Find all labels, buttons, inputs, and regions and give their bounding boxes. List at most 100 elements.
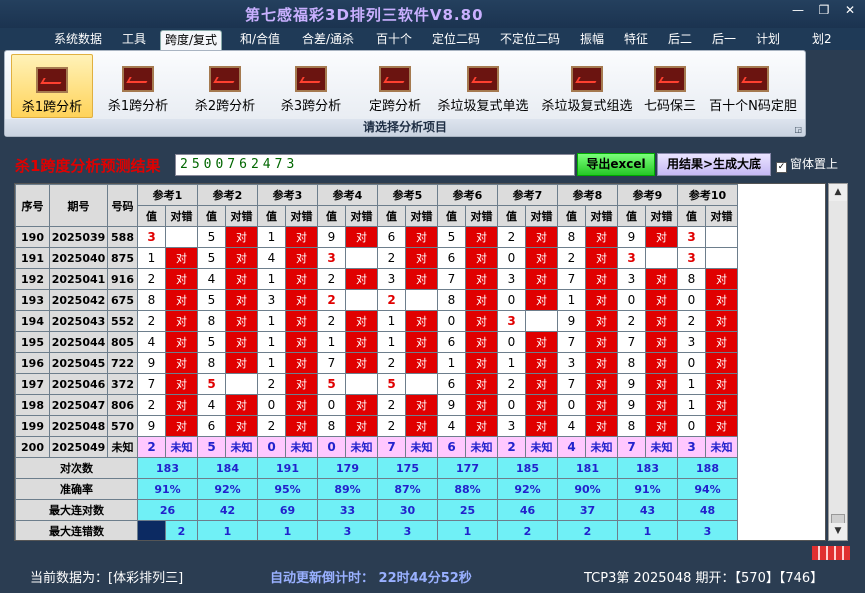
ribbon-button-5[interactable]: 杀垃圾复式单选 [431,54,535,118]
table-row[interactable]: 193 2025042 675 8 对 5 对 3 对 2 2 8 对 0 对 1 对 0 对 0 对 [15,289,738,311]
menu-item-13[interactable]: 划2 [808,30,836,50]
expand-icon[interactable]: ◲ [794,125,802,134]
ref-result-miss [165,226,198,248]
stats-value: 42 [197,499,258,521]
ref-result-miss [345,289,378,311]
generate-button[interactable]: 用结果>生成大底 [657,153,771,176]
ref-result-correct: 对 [585,352,618,374]
ref-result-correct: 对 [585,268,618,290]
table-row[interactable]: 197 2025046 372 7 对 5 2 对 5 5 6 对 2 对 7 对 9 对 1 对 [15,373,738,395]
ref-value: 9 [437,394,466,416]
menu-item-0[interactable]: 系统数据 [50,30,106,50]
ref-result-correct: 对 [405,247,438,269]
ref-value: 1 [257,226,286,248]
ribbon-button-4[interactable]: 定跨分析 [355,54,435,118]
menu-item-11[interactable]: 后一 [708,30,740,50]
minimize-icon[interactable]: — [787,3,809,17]
table-row[interactable]: 195 2025044 805 4 对 5 对 1 对 1 对 1 对 6 对 0 对 7 对 7 对 3 对 [15,331,738,353]
ribbon-button-0[interactable]: 杀1跨分析 [11,54,93,118]
ref-result-correct: 对 [585,394,618,416]
menu-item-1[interactable]: 工具 [118,30,150,50]
menu-item-2[interactable]: 跨度/复式 [160,30,223,50]
ref-value: 7 [437,268,466,290]
ref-result-correct: 对 [465,289,498,311]
scroll-down-icon[interactable]: ▼ [829,523,847,540]
status-draw: TCP3第 2025048 期开：【570】【746】 [584,571,824,586]
ontop-checkbox[interactable]: ✓ 窗体置上 [776,155,838,173]
resize-grip[interactable] [812,546,850,560]
ref-result-correct: 对 [165,352,198,374]
ref-result-correct: 对 [645,352,678,374]
stats-value: 185 [497,457,558,479]
ref-result-correct: 对 [705,373,738,395]
table-row[interactable]: 192 2025041 916 2 对 4 对 1 对 2 对 3 对 7 对 3 对 7 对 3 对 8 对 [15,268,738,290]
ref-value: 2 [137,268,166,290]
reference-header: 参考1 [137,184,198,206]
reference-header: 参考7 [497,184,558,206]
menu-item-6[interactable]: 定位二码 [428,30,484,50]
export-excel-button[interactable]: 导出excel [577,153,655,176]
ref-result-correct: 对 [285,226,318,248]
value-header: 值 [317,205,346,227]
table-row[interactable]: 190 2025039 588 3 5 对 1 对 9 对 6 对 5 对 2 对 8 对 9 对 3 [15,226,738,248]
ribbon-button-8[interactable]: 百十个N码定胆 [705,54,801,118]
stats-value: 90% [557,478,618,500]
stats-value: 1 [617,520,678,540]
result-header: 对错 [345,205,378,227]
result-input[interactable]: 2500762473 [175,154,575,176]
ref-value: 0 [677,289,706,311]
row-seq: 190 [15,226,50,248]
ref-value: 0 [497,394,526,416]
ref-result-correct: 对 [285,331,318,353]
chart-icon [654,66,686,92]
ribbon-button-1[interactable]: 杀1跨分析 [97,54,179,118]
ref-value: 3 [677,226,706,248]
table-row[interactable]: 196 2025045 722 9 对 8 对 1 对 7 对 2 对 1 对 1 对 3 对 8 对 0 对 [15,352,738,374]
result-header: 对错 [645,205,678,227]
menu-item-4[interactable]: 合差/通杀 [298,30,358,50]
scroll-up-icon[interactable]: ▲ [829,184,847,201]
ref-value: 8 [437,289,466,311]
ribbon-button-label: 杀1跨分析 [21,100,83,115]
ribbon-button-6[interactable]: 杀垃圾复式组选 [537,54,637,118]
menu-item-10[interactable]: 后二 [664,30,696,50]
close-icon[interactable]: ✕ [839,3,861,17]
ref-result-correct: 对 [585,373,618,395]
maximize-icon[interactable]: ❐ [813,3,835,17]
ref-value: 1 [377,310,406,332]
table-row[interactable]: 194 2025043 552 2 对 8 对 1 对 2 对 1 对 0 对 3 9 对 2 对 2 对 [15,310,738,332]
chart-icon [379,66,411,92]
ref-result-correct: 对 [405,268,438,290]
chart-icon [571,66,603,92]
table-row[interactable]: 200 2025049 未知 2 未知 5 未知 0 未知 0 未知 7 未知 6 未知 2 未知 4 未知 7 未知 3… [15,436,738,458]
row-number: 588 [107,226,138,248]
menu-item-5[interactable]: 百十个 [372,30,416,50]
ref-value: 3 [137,226,166,248]
table-row[interactable]: 198 2025047 806 2 对 4 对 0 对 0 对 2 对 9 对 0 对 0 对 9 对 1 对 [15,394,738,416]
ribbon-button-2[interactable]: 杀2跨分析 [183,54,267,118]
ref-value: 1 [677,373,706,395]
stats-value: 30 [377,499,438,521]
ref-result-correct: 对 [525,247,558,269]
ref-value: 8 [617,415,646,437]
vertical-scrollbar[interactable]: ▲ ▼ [828,183,848,541]
menu-item-9[interactable]: 特征 [620,30,652,50]
menu-item-3[interactable]: 和/合值 [236,30,284,50]
reference-header: 参考8 [557,184,618,206]
result-bar: 杀1跨度分析预测结果 2500762473 导出excel 用结果>生成大底 ✓… [0,150,865,180]
checkbox-icon[interactable]: ✓ [776,162,787,173]
menu-item-12[interactable]: 计划 [752,30,784,50]
ref-result-correct: 对 [525,226,558,248]
ref-value: 0 [497,289,526,311]
table-row[interactable]: 199 2025048 570 9 对 6 对 2 对 8 对 2 对 4 对 3 对 4 对 8 对 0 对 [15,415,738,437]
ref-value: 8 [197,310,226,332]
menu-item-7[interactable]: 不定位二码 [496,30,564,50]
ribbon-button-7[interactable]: 七码保三 [639,54,701,118]
ref-value: 0 [257,436,286,458]
row-number: 675 [107,289,138,311]
menu-item-8[interactable]: 振幅 [576,30,608,50]
ribbon-button-3[interactable]: 杀3跨分析 [269,54,353,118]
table-row[interactable]: 191 2025040 875 1 对 5 对 4 对 3 2 对 6 对 0 对 2 对 3 3 [15,247,738,269]
ref-result-correct: 对 [525,373,558,395]
ref-result-correct: 对 [405,415,438,437]
